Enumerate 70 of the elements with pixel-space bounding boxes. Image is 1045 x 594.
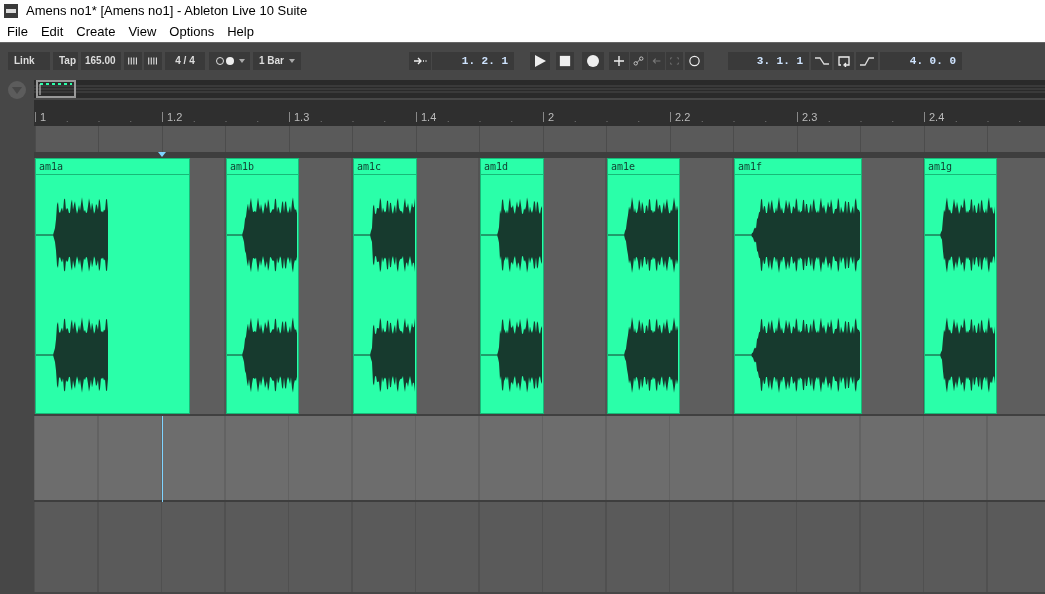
audio-clip[interactable]: am1g — [924, 158, 997, 414]
caret-icon — [238, 59, 245, 63]
punch-out-button[interactable] — [856, 52, 878, 70]
tempo-field[interactable]: 165.00 — [81, 52, 121, 70]
clip-name: am1c — [354, 159, 416, 175]
clip-name: am1a — [36, 159, 189, 175]
play-button[interactable] — [530, 52, 550, 70]
ruler-label: 1.4 — [416, 112, 437, 122]
menu-item[interactable]: Edit — [40, 21, 64, 42]
automation-arm-button[interactable] — [630, 52, 647, 70]
stop-button[interactable] — [556, 52, 574, 70]
audio-clip[interactable]: am1c — [353, 158, 417, 414]
overdub-button[interactable] — [609, 52, 629, 70]
ruler-label: 1.3 — [289, 112, 310, 122]
song-position-field[interactable]: 1. 2. 1 — [432, 52, 514, 70]
session-record-button[interactable] — [685, 52, 704, 70]
clip-name: am1d — [481, 159, 543, 175]
nodes-icon — [633, 55, 644, 67]
record-icon — [586, 55, 600, 67]
ruler-label: 2.2 — [670, 112, 691, 122]
caret-icon — [289, 59, 295, 63]
ruler-label: 1 — [35, 112, 47, 122]
audio-clip[interactable]: am1a — [35, 158, 190, 414]
menu-item[interactable]: File — [7, 21, 28, 42]
clip-name: am1g — [925, 159, 996, 175]
quantization-dropdown[interactable]: 1 Bar — [253, 52, 301, 70]
record-button[interactable] — [582, 52, 604, 70]
audio-clip[interactable]: am1d — [480, 158, 544, 414]
audio-clip[interactable]: am1f — [734, 158, 862, 414]
stop-icon — [559, 55, 571, 67]
overview-window-box[interactable] — [36, 80, 76, 98]
nudge-down-button[interactable] — [124, 52, 142, 70]
loop-button[interactable] — [834, 52, 854, 70]
punch-in-icon — [814, 55, 829, 67]
loop-start-field[interactable]: 3. 1. 1 — [728, 52, 809, 70]
link-button[interactable]: Link — [8, 52, 50, 70]
play-icon — [533, 55, 547, 67]
nudge-up-button[interactable] — [144, 52, 162, 70]
clip-name: am1e — [608, 159, 679, 175]
bars-icon — [127, 55, 139, 67]
menu-item[interactable]: Create — [76, 21, 116, 42]
metronome-button[interactable] — [209, 52, 250, 70]
window-title: Amens no1* [Amens no1] - Ableton Live 10 Suite — [26, 1, 308, 20]
punch-in-button[interactable] — [811, 52, 832, 70]
loop-icon — [837, 55, 851, 67]
metronome-icon — [214, 56, 235, 66]
menu-item[interactable]: Help — [227, 21, 254, 42]
circle-icon — [688, 55, 701, 67]
app-logo-icon — [4, 3, 18, 18]
audio-clip[interactable]: am1b — [226, 158, 299, 414]
arrow-icon — [651, 55, 662, 67]
arrow-icon — [413, 55, 427, 67]
menu-item[interactable]: Options — [169, 21, 215, 42]
clip-name: am1b — [227, 159, 298, 175]
punch-out-icon — [860, 55, 874, 67]
tap-button[interactable]: Tap — [53, 52, 78, 70]
plus-icon — [612, 55, 626, 67]
bars-icon — [147, 55, 159, 67]
clip-name: am1f — [735, 159, 861, 175]
ruler-label: 2.3 — [797, 112, 818, 122]
loop-length-field[interactable]: 4. 0. 0 — [880, 52, 962, 70]
bracket-icon — [669, 55, 680, 67]
audio-clip[interactable]: am1e — [607, 158, 680, 414]
time-signature-field[interactable]: 4 / 4 — [165, 52, 205, 70]
ruler-label: 2 — [543, 112, 555, 122]
ruler-label: 1.2 — [162, 112, 183, 122]
follow-button[interactable] — [409, 52, 431, 70]
ruler-label: 2.4 — [924, 112, 945, 122]
menu-item[interactable]: View — [128, 21, 157, 42]
timeline-ruler[interactable]: 1 1.2 1.3 1.4 2 2.2 2.3 2.4 — [34, 100, 1045, 126]
